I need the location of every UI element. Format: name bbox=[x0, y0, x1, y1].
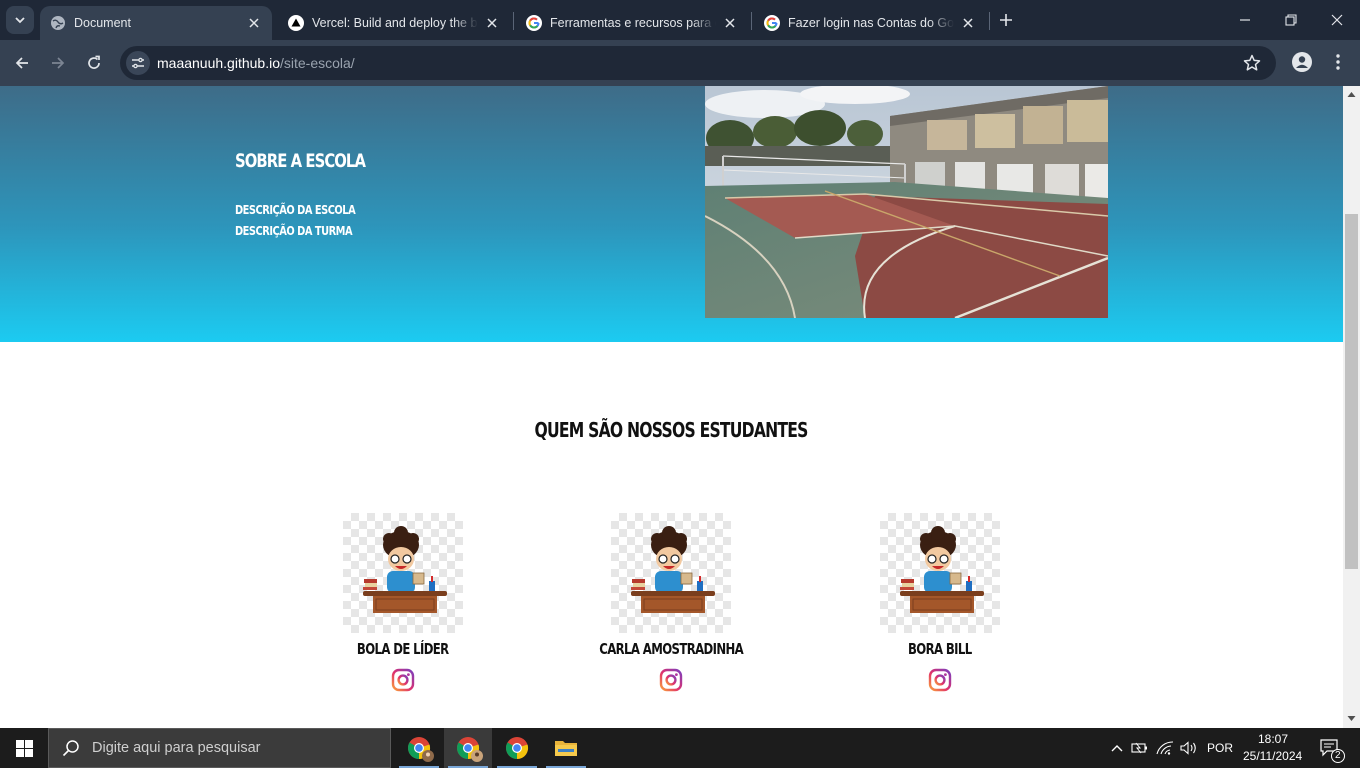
profile-badge-icon bbox=[471, 750, 483, 762]
taskbar-chrome-2[interactable] bbox=[444, 728, 492, 768]
instagram-icon[interactable] bbox=[659, 668, 683, 692]
instagram-icon[interactable] bbox=[928, 668, 952, 692]
chevron-down-icon bbox=[15, 17, 25, 24]
close-window-button[interactable] bbox=[1314, 0, 1360, 40]
volume-icon[interactable] bbox=[1180, 738, 1198, 758]
student-avatar bbox=[611, 513, 731, 633]
battery-icon[interactable] bbox=[1131, 738, 1149, 758]
close-icon bbox=[1331, 14, 1343, 26]
reload-icon bbox=[88, 55, 100, 69]
page-scrollbar[interactable] bbox=[1343, 86, 1360, 728]
tray-overflow-chevron-icon[interactable] bbox=[1108, 738, 1126, 758]
url-path: /site-escola/ bbox=[280, 55, 355, 71]
scroll-down-icon[interactable] bbox=[1347, 714, 1356, 723]
student-card: BOLA DE LÍDER bbox=[343, 513, 463, 692]
profile-badge-icon bbox=[422, 750, 434, 762]
instagram-icon[interactable] bbox=[391, 668, 415, 692]
taskbar-chrome-1[interactable] bbox=[395, 728, 443, 768]
student-name-text: BORA BILL bbox=[908, 640, 972, 658]
wifi-icon[interactable] bbox=[1156, 738, 1174, 758]
tab-vercel[interactable]: Vercel: Build and deploy the best bbox=[278, 6, 510, 40]
tune-icon bbox=[132, 57, 144, 69]
tab-separator bbox=[513, 12, 514, 30]
profile-button[interactable] bbox=[1290, 50, 1314, 74]
student-avatar bbox=[880, 513, 1000, 633]
start-button[interactable] bbox=[0, 728, 48, 768]
page-viewport: SOBRE A ESCOLA DESCRIÇÃO DA ESCOLA DESCR… bbox=[0, 86, 1343, 728]
browser-tab-bar: Document Vercel: Build and deploy the be… bbox=[0, 0, 1360, 40]
tab-google-login[interactable]: Fazer login nas Contas do Google bbox=[754, 6, 986, 40]
chrome-icon bbox=[506, 737, 529, 760]
arrow-left-icon bbox=[15, 57, 28, 69]
scroll-up-icon[interactable] bbox=[1347, 90, 1356, 99]
google-icon bbox=[526, 15, 542, 31]
site-info-button[interactable] bbox=[126, 51, 150, 75]
browser-menu-button[interactable] bbox=[1328, 50, 1348, 74]
reload-button[interactable] bbox=[80, 49, 108, 77]
school-description-link[interactable]: DESCRIÇÃO DA ESCOLA bbox=[235, 203, 356, 217]
new-tab-button[interactable] bbox=[996, 10, 1016, 30]
tab-title: Vercel: Build and deploy the best bbox=[312, 16, 478, 30]
search-icon bbox=[62, 740, 79, 757]
tab-title: Fazer login nas Contas do Google bbox=[788, 16, 954, 30]
url-host: maaanuuh.github.io bbox=[157, 55, 280, 71]
notification-count-badge: 2 bbox=[1331, 749, 1345, 763]
close-icon[interactable] bbox=[246, 15, 262, 31]
windows-logo-icon bbox=[15, 739, 33, 757]
clock-date[interactable]: 25/11/2024 bbox=[1243, 749, 1302, 763]
address-bar[interactable]: maaanuuh.github.io/site-escola/ bbox=[120, 46, 1276, 80]
tab-title: Document bbox=[74, 16, 131, 30]
arrow-right-icon bbox=[52, 57, 65, 69]
class-description-link[interactable]: DESCRIÇÃO DA TURMA bbox=[235, 224, 353, 238]
students-section-title-text: QUEM SÃO NOSSOS ESTUDANTES bbox=[534, 418, 809, 442]
tab-separator bbox=[751, 12, 752, 30]
student-name-text: BOLA DE LÍDER bbox=[357, 640, 449, 658]
close-icon[interactable] bbox=[484, 15, 500, 31]
close-icon[interactable] bbox=[722, 15, 738, 31]
plus-icon bbox=[1000, 14, 1012, 26]
taskbar-search-placeholder: Digite aqui para pesquisar bbox=[92, 740, 261, 756]
students-section-title: QUEM SÃO NOSSOS ESTUDANTES bbox=[0, 418, 1343, 442]
close-icon[interactable] bbox=[960, 15, 976, 31]
student-name: CARLA AMOSTRADINHA bbox=[551, 640, 791, 658]
browser-toolbar: maaanuuh.github.io/site-escola/ bbox=[0, 40, 1360, 86]
student-avatar bbox=[343, 513, 463, 633]
more-vertical-icon bbox=[1336, 54, 1340, 70]
about-school-section: SOBRE A ESCOLA DESCRIÇÃO DA ESCOLA DESCR… bbox=[0, 86, 1343, 342]
minimize-button[interactable] bbox=[1222, 0, 1268, 40]
restore-button[interactable] bbox=[1268, 0, 1314, 40]
clock-time[interactable]: 18:07 bbox=[1258, 732, 1288, 746]
folder-icon bbox=[555, 741, 577, 756]
google-icon bbox=[764, 15, 780, 31]
tab-ferramentas[interactable]: Ferramentas e recursos para o G bbox=[516, 6, 748, 40]
input-language[interactable]: POR bbox=[1207, 741, 1233, 755]
taskbar-search-box[interactable]: Digite aqui para pesquisar bbox=[48, 728, 391, 768]
tab-title: Ferramentas e recursos para o G bbox=[550, 16, 716, 30]
forward-button[interactable] bbox=[44, 49, 72, 77]
tab-document[interactable]: Document bbox=[40, 6, 272, 40]
student-name: BOLA DE LÍDER bbox=[283, 640, 523, 658]
bookmark-star-icon[interactable] bbox=[1242, 53, 1262, 73]
vercel-icon bbox=[288, 15, 304, 31]
restore-icon bbox=[1285, 14, 1297, 26]
tab-separator bbox=[989, 12, 990, 30]
student-card: BORA BILL bbox=[880, 513, 1000, 692]
person-icon bbox=[1292, 52, 1312, 72]
back-button[interactable] bbox=[8, 49, 36, 77]
student-name: BORA BILL bbox=[820, 640, 1060, 658]
tab-search-button[interactable] bbox=[6, 6, 34, 34]
scroll-thumb[interactable] bbox=[1345, 214, 1358, 569]
student-name-text: CARLA AMOSTRADINHA bbox=[599, 640, 743, 658]
taskbar-chrome-3[interactable] bbox=[493, 728, 541, 768]
school-court-photo bbox=[705, 86, 1108, 318]
url-text: maaanuuh.github.io/site-escola/ bbox=[157, 55, 355, 71]
about-school-title: SOBRE A ESCOLA bbox=[235, 150, 366, 172]
minimize-icon bbox=[1240, 19, 1250, 21]
globe-icon bbox=[50, 15, 66, 31]
student-card: CARLA AMOSTRADINHA bbox=[599, 513, 744, 692]
windows-taskbar: Digite aqui para pesquisar POR 18:07 25/… bbox=[0, 728, 1360, 768]
taskbar-file-explorer[interactable] bbox=[542, 728, 590, 768]
